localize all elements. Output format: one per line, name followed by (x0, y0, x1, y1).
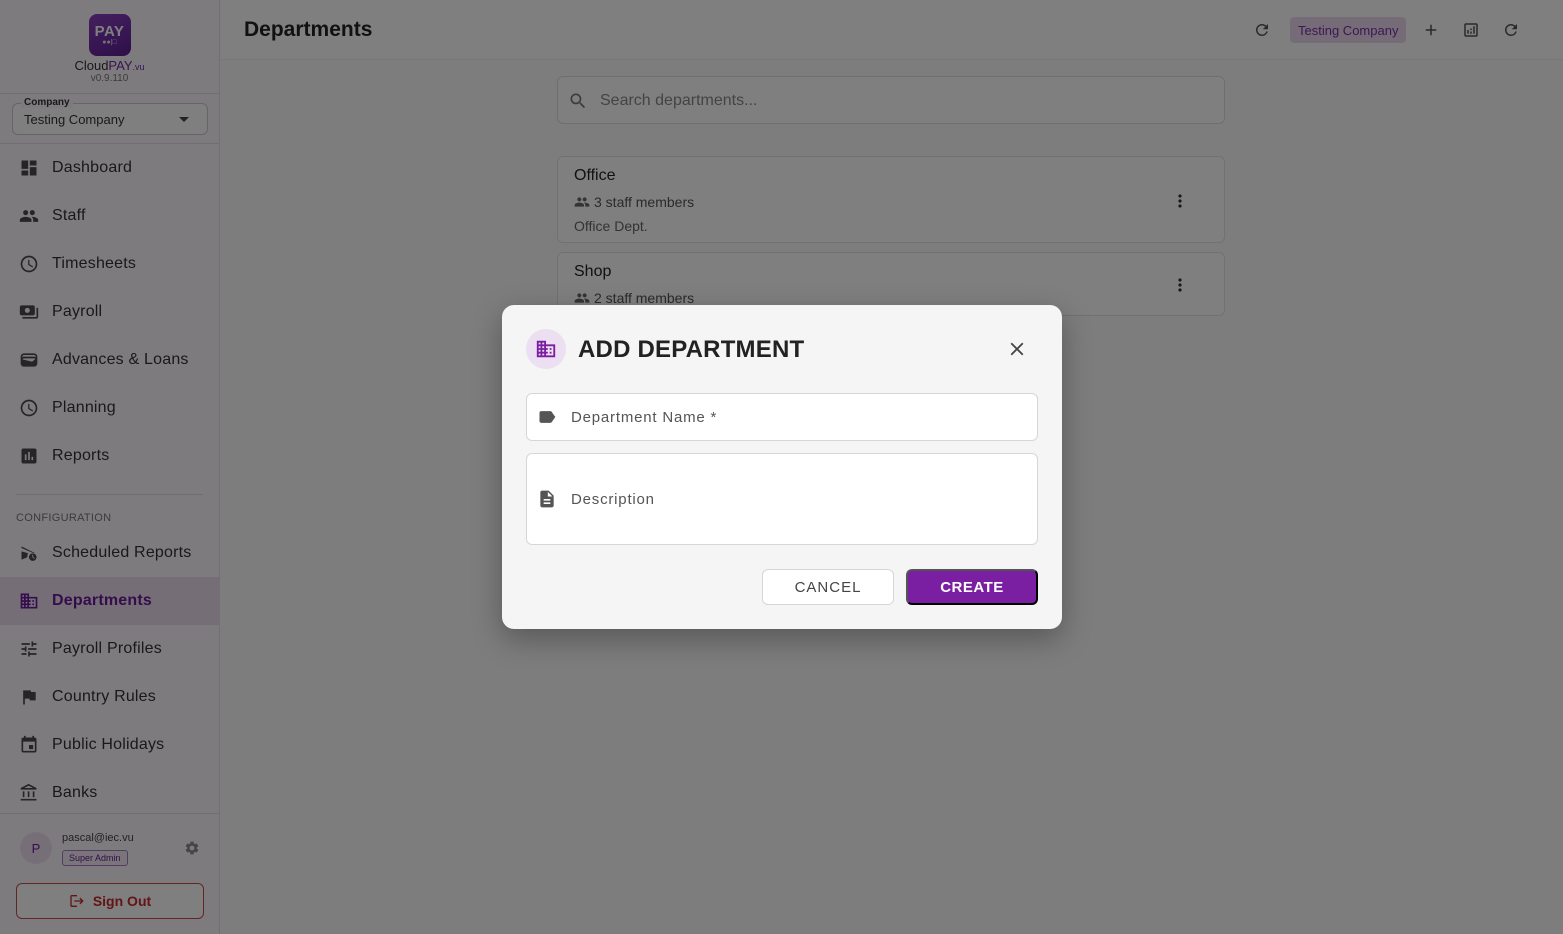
label-tag-icon (539, 411, 556, 423)
description-icon (540, 490, 554, 508)
close-icon[interactable] (1004, 336, 1030, 362)
description-label: Description (571, 491, 655, 508)
cancel-button[interactable]: CANCEL (762, 569, 894, 605)
department-name-label: Department Name * (571, 409, 718, 426)
domain-icon (526, 329, 566, 369)
add-department-dialog: ADD DEPARTMENT Department Name * Descrip… (502, 305, 1062, 629)
description-field[interactable]: Description (526, 453, 1038, 545)
dialog-title: ADD DEPARTMENT (578, 336, 805, 363)
create-button[interactable]: CREATE (906, 569, 1038, 605)
department-name-field[interactable]: Department Name * (526, 393, 1038, 441)
